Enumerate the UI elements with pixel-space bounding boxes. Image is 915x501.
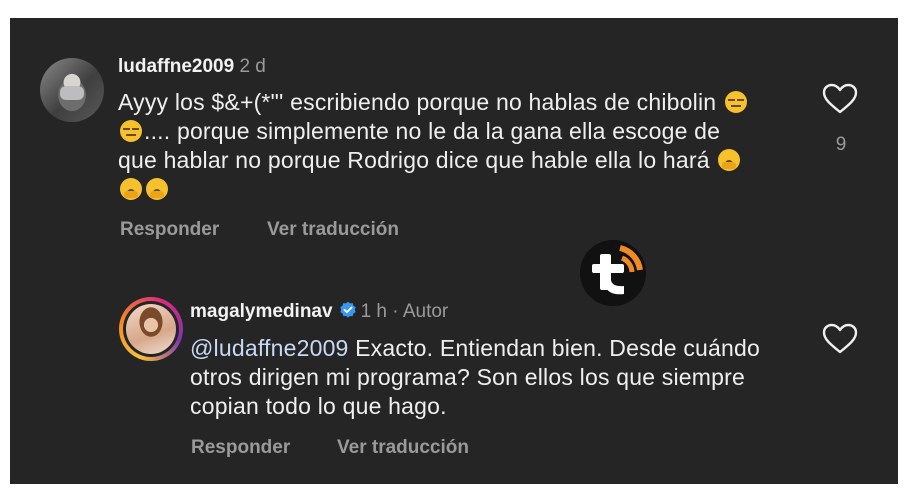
watermark-logo <box>580 240 646 306</box>
heart-outline-icon[interactable] <box>822 83 858 115</box>
username[interactable]: magalymedinav <box>190 301 333 322</box>
yawning-face-icon <box>718 149 741 171</box>
like-count: 9 <box>835 134 847 155</box>
heart-outline-icon[interactable] <box>822 323 858 355</box>
timestamp: 2 d <box>239 56 266 77</box>
comment-text: @ludaffne2009 Exacto. Entiendan bien. De… <box>190 335 761 419</box>
timestamp: 1 h <box>360 301 387 322</box>
verified-badge-icon <box>339 301 356 318</box>
mention-link[interactable]: @ludaffne2009 <box>190 335 349 361</box>
comment-author[interactable]: ludaffne2009 2 d <box>118 56 266 78</box>
reply-button[interactable]: Responder <box>120 219 219 241</box>
yawning-face-icon <box>120 178 142 200</box>
translate-button[interactable]: Ver traducción <box>267 219 399 241</box>
comment-author[interactable]: magalymedinav 1 h · Autor <box>190 301 448 323</box>
expressionless-face-icon <box>724 91 747 113</box>
yawning-face-icon <box>146 178 168 200</box>
translate-button[interactable]: Ver traducción <box>337 437 469 459</box>
avatar[interactable] <box>119 297 183 361</box>
reply-button[interactable]: Responder <box>191 437 290 459</box>
comment-text: Ayyy los $&+(*"' escribiendo porque no h… <box>118 88 758 204</box>
avatar[interactable] <box>40 58 104 122</box>
author-badge: Autor <box>402 301 449 322</box>
comments-panel: ludaffne2009 2 d Ayyy los $&+(*"' escrib… <box>10 18 898 484</box>
expressionless-face-icon <box>120 120 142 142</box>
username[interactable]: ludaffne2009 <box>118 56 234 77</box>
